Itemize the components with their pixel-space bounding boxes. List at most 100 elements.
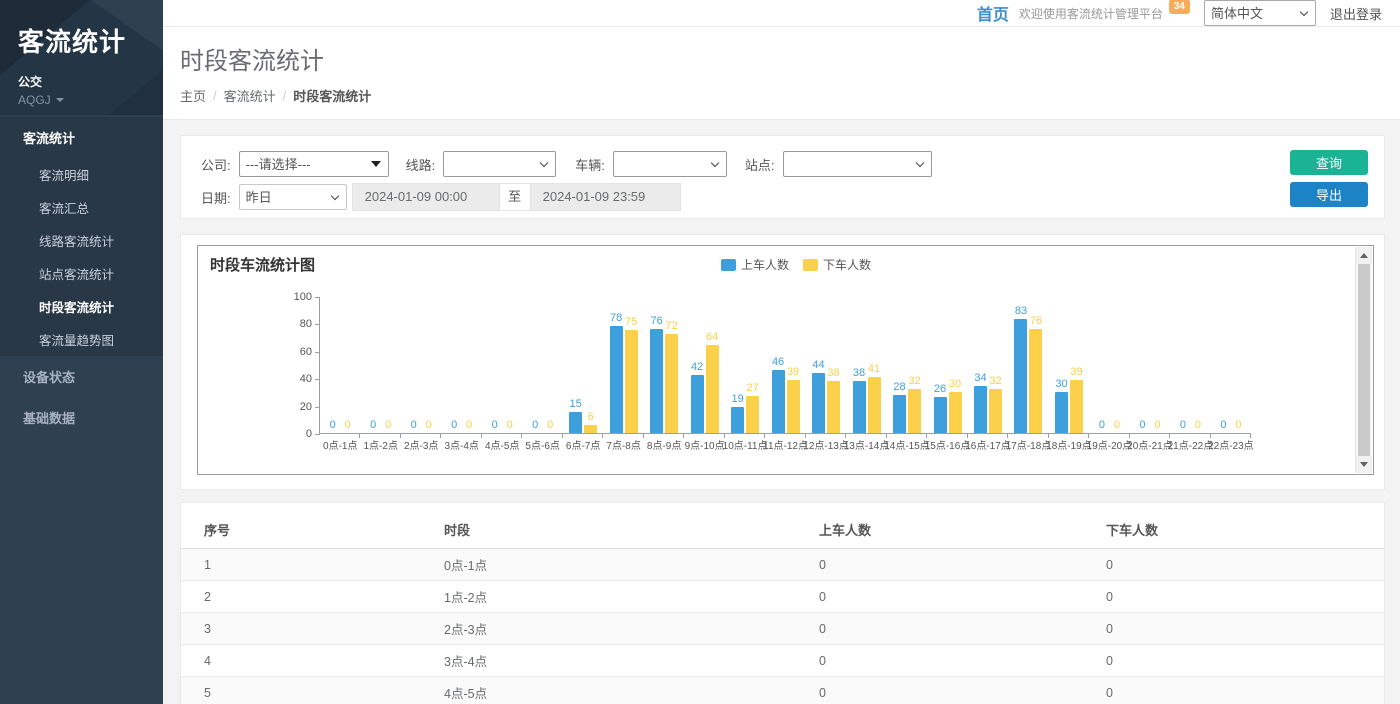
x-axis-tick-label: 11点-12点 xyxy=(763,437,808,452)
x-axis-tick-label: 6点-7点 xyxy=(566,437,600,452)
sidebar-subitem-线路客流统计[interactable]: 线路客流统计 xyxy=(0,224,163,257)
station-select-wrap xyxy=(783,151,932,177)
sidebar-subitem-时段客流统计[interactable]: 时段客流统计 xyxy=(0,290,163,323)
table-cell: 0 xyxy=(1083,645,1384,677)
bar-下车人数-15点-16点 xyxy=(949,392,962,433)
bar-下车人数-11点-12点 xyxy=(787,380,800,433)
scrollbar-thumb[interactable] xyxy=(1358,264,1370,456)
table-cell: 5 xyxy=(181,677,421,704)
sidebar-subitem-客流明细[interactable]: 客流明细 xyxy=(0,158,163,191)
chevron-down-icon xyxy=(56,98,64,102)
table-row: 43点-4点00 xyxy=(181,645,1384,677)
x-axis-tick-label: 4点-5点 xyxy=(485,437,519,452)
bar-value-label: 0 xyxy=(1114,419,1120,431)
table-cell: 3点-4点 xyxy=(421,645,796,677)
bar-上车人数-17点-18点 xyxy=(1014,319,1027,433)
bar-group-18点-19点: 303918点-19点 xyxy=(1049,297,1089,433)
sidebar-section-客流统计: 客流统计客流明细客流汇总线路客流统计站点客流统计时段客流统计客流量趋势图 xyxy=(0,117,163,356)
station-select[interactable] xyxy=(783,151,932,177)
x-axis-tick-label: 21点-22点 xyxy=(1168,437,1214,452)
vehicle-select[interactable] xyxy=(613,151,727,177)
station-label: 站点: xyxy=(745,155,775,174)
bar-value-label: 32 xyxy=(989,375,1001,387)
bar-value-label: 76 xyxy=(650,315,662,327)
table-body: 10点-1点0021点-2点0032点-3点0043点-4点0054点-5点00… xyxy=(181,549,1384,704)
scroll-up-arrow-icon[interactable] xyxy=(1356,247,1372,264)
y-axis-tick-label: 80 xyxy=(278,318,312,330)
logout-link[interactable]: 退出登录 xyxy=(1330,4,1382,23)
bar-value-label: 39 xyxy=(1070,366,1082,378)
bar-value-label: 39 xyxy=(787,366,799,378)
sidebar-subitem-客流汇总[interactable]: 客流汇总 xyxy=(0,191,163,224)
bar-下车人数-10点-11点 xyxy=(746,396,759,433)
bar-group-21点-22点: 0021点-22点 xyxy=(1170,297,1210,433)
table-cell: 0 xyxy=(796,613,1083,645)
breadcrumb-home[interactable]: 主页 xyxy=(180,86,206,105)
bar-value-label: 83 xyxy=(1015,305,1027,317)
sidebar-subitem-站点客流统计[interactable]: 站点客流统计 xyxy=(0,257,163,290)
line-select[interactable] xyxy=(443,151,556,177)
bar-value-label: 19 xyxy=(731,393,743,405)
chart-box: 时段车流统计图 上车人数下车人数 020406080100000点-1点001点… xyxy=(197,245,1374,475)
table-cell: 0 xyxy=(1083,613,1384,645)
export-button[interactable]: 导出 xyxy=(1290,182,1368,207)
bar-chart: 020406080100000点-1点001点-2点002点-3点003点-4点… xyxy=(319,297,1251,434)
company-label: 公司: xyxy=(201,155,231,174)
sidebar-item-基础数据[interactable]: 基础数据 xyxy=(0,397,163,438)
x-axis-tick-label: 12点-13点 xyxy=(803,437,849,452)
company-select[interactable]: ---请选择--- xyxy=(239,151,389,177)
scroll-down-arrow-icon[interactable] xyxy=(1356,456,1372,473)
bar-value-label: 0 xyxy=(532,419,538,431)
bar-group-16点-17点: 343216点-17点 xyxy=(968,297,1008,433)
line-select-wrap xyxy=(443,151,556,177)
date-to-input[interactable]: 2024-01-09 23:59 xyxy=(530,183,681,211)
notification-badge[interactable]: 34 xyxy=(1169,0,1190,14)
bar-group-14点-15点: 283214点-15点 xyxy=(887,297,927,433)
bar-group-17点-18点: 837617点-18点 xyxy=(1008,297,1048,433)
welcome-text: 欢迎使用客流统计管理平台 xyxy=(1019,5,1163,22)
x-axis-tick-label: 2点-3点 xyxy=(404,437,438,452)
y-axis-tick-label: 20 xyxy=(278,401,312,413)
bar-value-label: 0 xyxy=(1235,419,1241,431)
home-link[interactable]: 首页 xyxy=(977,1,1009,25)
bar-group-4点-5点: 004点-5点 xyxy=(482,297,522,433)
company-select-wrap: ---请选择--- xyxy=(239,151,389,177)
bar-下车人数-6点-7点 xyxy=(584,425,597,433)
date-from-input[interactable]: 2024-01-09 00:00 xyxy=(352,183,500,211)
date-preset-select[interactable]: 昨日 xyxy=(239,184,347,210)
bar-value-label: 0 xyxy=(547,419,553,431)
bar-上车人数-18点-19点 xyxy=(1055,392,1068,433)
bar-group-3点-4点: 003点-4点 xyxy=(441,297,481,433)
query-button[interactable]: 查询 xyxy=(1290,150,1368,175)
sidebar-section-基础数据: 基础数据 xyxy=(0,397,163,438)
language-select[interactable]: 简体中文 xyxy=(1204,0,1316,26)
bar-value-label: 34 xyxy=(974,372,986,384)
breadcrumb-current: 时段客流统计 xyxy=(293,86,371,105)
bar-group-13点-14点: 384113点-14点 xyxy=(846,297,886,433)
bar-value-label: 30 xyxy=(1055,378,1067,390)
bar-value-label: 0 xyxy=(411,419,417,431)
bar-下车人数-17点-18点 xyxy=(1029,329,1042,433)
table-cell: 1点-2点 xyxy=(421,581,796,613)
sidebar-subitem-客流量趋势图[interactable]: 客流量趋势图 xyxy=(0,323,163,356)
date-range-separator: 至 xyxy=(500,183,530,211)
table-cell: 2 xyxy=(181,581,421,613)
y-axis-tick-label: 0 xyxy=(278,428,312,440)
table-cell: 4 xyxy=(181,645,421,677)
breadcrumb-section[interactable]: 客流统计 xyxy=(224,86,276,105)
x-axis-tick-label: 0点-1点 xyxy=(323,437,357,452)
chart-vertical-scrollbar[interactable] xyxy=(1355,247,1372,473)
table-header-序号: 序号 xyxy=(181,511,421,549)
org-code-dropdown[interactable]: AQGJ xyxy=(18,93,163,107)
bar-value-label: 0 xyxy=(451,419,457,431)
filter-panel: 公司: ---请选择--- 线路: 车辆: 站点: xyxy=(180,135,1385,219)
sidebar-item-客流统计[interactable]: 客流统计 xyxy=(0,117,163,158)
x-axis-tick-label: 14点-15点 xyxy=(884,437,930,452)
sidebar-item-设备状态[interactable]: 设备状态 xyxy=(0,356,163,397)
x-axis-tick-label: 13点-14点 xyxy=(844,437,890,452)
vehicle-select-wrap xyxy=(613,151,727,177)
chart-panel: 时段车流统计图 上车人数下车人数 020406080100000点-1点001点… xyxy=(180,234,1385,490)
bar-value-label: 0 xyxy=(1139,419,1145,431)
org-code-label: AQGJ xyxy=(18,93,51,107)
bar-value-label: 0 xyxy=(345,419,351,431)
